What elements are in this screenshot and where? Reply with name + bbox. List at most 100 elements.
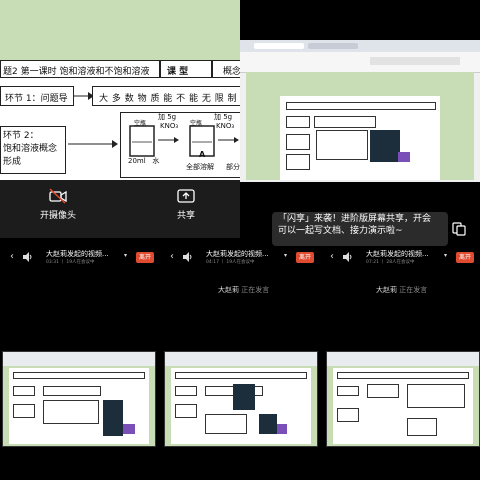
chevron-left-icon[interactable]: ‹ (170, 251, 174, 262)
leave-button[interactable]: 离开 (456, 252, 474, 263)
photo (259, 414, 277, 434)
step1-box: 环节 1：问题导 (0, 86, 74, 106)
statement-box: 大 多 数 物 质 能 不 能 无 限 制 的 溶 解 (92, 86, 240, 106)
document-view (246, 72, 474, 180)
speaker-icon[interactable] (22, 252, 32, 262)
step-box (13, 404, 35, 418)
participant-screen-thumbnail[interactable] (326, 351, 480, 447)
table-header (175, 372, 307, 379)
experiment-box (407, 384, 465, 408)
photo-solution (123, 424, 135, 434)
window-icon[interactable] (452, 222, 466, 236)
water-label: 20ml 水 (128, 157, 160, 165)
meeting-title: 大赵莉发起的视频... (206, 250, 269, 258)
experiment-box (205, 414, 247, 434)
experiment-box (407, 418, 437, 436)
browser-tabs (240, 40, 480, 52)
arrow-icon (68, 140, 118, 148)
experiment-box (316, 130, 368, 160)
camera-button[interactable]: 开摄像头 (28, 188, 88, 221)
meeting-meta: 03:31 丨 19人在会议中 (46, 260, 95, 265)
step2-line2: 饱和溶液概念 (3, 144, 58, 154)
speaker-state: 正在发言 (399, 286, 428, 294)
document-toolbar (240, 52, 480, 73)
meeting-title: 大赵莉发起的视频... (366, 250, 429, 258)
statement-box (367, 384, 399, 398)
document-toolbar (327, 352, 479, 366)
statement-box (43, 386, 101, 396)
document-page (333, 368, 473, 444)
document-toolbar (165, 352, 317, 366)
camera-off-icon (49, 188, 67, 204)
document-page (171, 368, 311, 444)
experiment-box (43, 400, 99, 424)
step-box (337, 408, 359, 422)
tab (254, 43, 304, 49)
chevron-down-icon[interactable]: ▾ (124, 252, 127, 259)
speaker-icon[interactable] (342, 252, 352, 262)
toast-text: 「闪享」来袭！进阶版屏幕共享，开会可以一起写文档、接力演示啦~ (278, 214, 432, 236)
step-box (286, 154, 310, 170)
arrow-icon (74, 92, 94, 100)
meeting-meta: 07:21 丨 28人在会议中 (366, 260, 415, 265)
speaker-state: 正在发言 (241, 286, 270, 294)
participant-screen-thumbnail[interactable] (164, 351, 318, 447)
table-header (286, 102, 436, 110)
share-screen-icon (177, 189, 195, 203)
camera-label: 开摄像头 (39, 211, 76, 221)
speaker-status: 大赵莉 正在发言 (218, 285, 269, 295)
chevron-left-icon[interactable]: ‹ (10, 251, 14, 262)
speaker-name: 大赵莉 (376, 286, 397, 294)
leave-button[interactable]: 离开 (296, 252, 314, 263)
toolbar-styles (370, 57, 460, 65)
step-box (337, 386, 359, 396)
kno3-label: KNO₃ (160, 122, 179, 130)
step2-box: 环节 2： 饱和溶液概念 形成 (0, 126, 66, 174)
photo (103, 400, 123, 436)
step-box (175, 386, 197, 396)
photo-solution (277, 424, 287, 434)
photo (233, 384, 255, 410)
step-box (175, 404, 197, 418)
chevron-down-icon[interactable]: ▾ (444, 252, 447, 259)
step2-line3: 形成 (3, 157, 22, 167)
table-header (337, 372, 469, 379)
statement-text: 大 多 数 物 质 能 不 能 无 限 制 的 溶 解 (99, 94, 240, 104)
document-page (9, 368, 149, 444)
step-box (286, 134, 310, 150)
concept-cell: 概念 (212, 60, 240, 78)
speaker-icon[interactable] (182, 252, 192, 262)
kno3-label-2: KNO₃ (216, 122, 235, 130)
concept-label: 概念 (223, 67, 240, 77)
share-button[interactable]: 共享 (156, 188, 216, 221)
meeting-title: 大赵莉发起的视频... (46, 250, 109, 258)
chevron-down-icon[interactable]: ▾ (284, 252, 287, 259)
table-header (13, 372, 145, 379)
all-dissolved-label: 全部溶解 (186, 163, 214, 171)
type-cell: 课 型 (160, 60, 212, 78)
step1-label: 环节 1：问题导 (5, 94, 68, 104)
step2-line1: 环节 2： (3, 131, 39, 141)
lesson-topic: 题2 第一课时 饱和溶液和不饱和溶液 (3, 67, 150, 77)
beaker-label-2: 空瓶 (190, 120, 203, 127)
share-label: 共享 (176, 211, 195, 221)
partial-label: 部分 (226, 163, 240, 171)
document-toolbar (3, 352, 155, 366)
chevron-left-icon[interactable]: ‹ (330, 251, 334, 262)
speaker-status: 大赵莉 正在发言 (376, 285, 427, 295)
add-label-2: 加 5g (214, 113, 233, 121)
step-box (13, 386, 35, 396)
type-label: 课 型 (167, 67, 189, 77)
statement-box (314, 116, 376, 128)
meeting-meta: 04:17 丨 19人在会议中 (206, 260, 255, 265)
add-label: 加 5g (158, 113, 177, 121)
lesson-topic-cell: 题2 第一课时 饱和溶液和不饱和溶液 (0, 60, 160, 78)
step-box (286, 116, 310, 128)
leave-button[interactable]: 离开 (136, 252, 154, 263)
photo-solution (398, 152, 410, 162)
marker-a: A (199, 150, 206, 159)
participant-screen-thumbnail[interactable] (2, 351, 156, 447)
speaker-name: 大赵莉 (218, 286, 239, 294)
tab (308, 43, 358, 49)
beaker-label: 空瓶 (134, 120, 147, 127)
